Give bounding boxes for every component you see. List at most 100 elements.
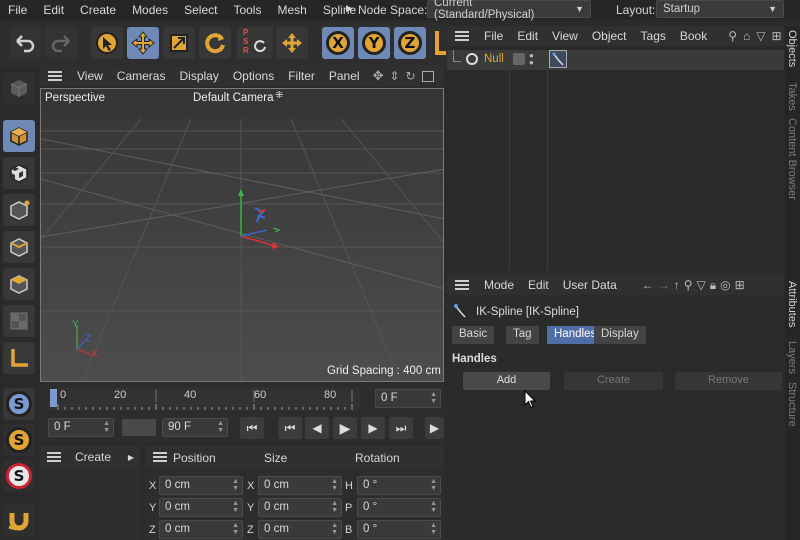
coordinate-system-button[interactable] <box>430 27 447 59</box>
uv-mode-button[interactable] <box>3 305 35 337</box>
menu-spline[interactable]: Spline <box>315 3 364 17</box>
home-icon[interactable]: ⌂ <box>743 29 750 43</box>
hamburger-menu-icon[interactable] <box>47 452 61 462</box>
stepper-arrows-icon[interactable]: ▲ ▼ <box>232 522 239 536</box>
attributes-menu-edit[interactable]: Edit <box>521 278 556 292</box>
magnet-button[interactable] <box>3 504 35 536</box>
hamburger-menu-icon[interactable] <box>48 71 62 81</box>
model-mode-button[interactable] <box>3 120 35 152</box>
current-frame-field[interactable]: 0 F ▲ ▼ <box>375 389 441 408</box>
filter-icon[interactable]: ▽ <box>697 278 706 292</box>
hamburger-menu-icon[interactable] <box>455 280 469 290</box>
stepper-arrows-icon[interactable]: ▲ ▼ <box>430 500 437 514</box>
position-y-field[interactable]: 0 cm ▲ ▼ <box>159 498 243 517</box>
rotation-h-field[interactable]: 0 ° ▲ ▼ <box>357 476 441 495</box>
size-z-field[interactable]: 0 cm ▲ ▼ <box>258 520 342 539</box>
undo-button[interactable] <box>9 27 41 59</box>
stepper-arrows-icon[interactable]: ▲ ▼ <box>232 500 239 514</box>
menu-create[interactable]: Create <box>72 3 124 17</box>
position-x-field[interactable]: 0 cm ▲ ▼ <box>159 476 243 495</box>
rotation-b-field[interactable]: 0 ° ▲ ▼ <box>357 520 441 539</box>
layer-toggle-icon[interactable] <box>513 53 525 65</box>
viewport-menu-display[interactable]: Display <box>172 69 225 83</box>
next-key-button[interactable]: ⏭ <box>389 417 413 439</box>
play-button[interactable]: ▶ <box>333 417 357 439</box>
dolly-view-icon[interactable]: ⇕ <box>389 69 399 83</box>
scale-tool-button[interactable] <box>163 27 195 59</box>
object-row-null[interactable]: Null ● ● <box>447 50 784 70</box>
position-z-field[interactable]: 0 cm ▲ ▼ <box>159 520 243 539</box>
tab-display[interactable]: Display <box>594 326 646 344</box>
side-tab-structure[interactable]: Structure <box>786 382 798 427</box>
menu-file[interactable]: File <box>0 3 35 17</box>
viewport-menu-panel[interactable]: Panel <box>322 69 367 83</box>
hamburger-menu-icon[interactable] <box>455 31 469 41</box>
stepper-arrows-icon[interactable]: ▲ ▼ <box>331 500 338 514</box>
camera-icon[interactable]: ⁜ <box>275 90 283 101</box>
live-selection-button[interactable] <box>91 27 123 59</box>
menu-mesh[interactable]: Mesh <box>269 3 314 17</box>
maximize-view-icon[interactable] <box>421 70 434 82</box>
previous-frame-button[interactable]: ◀ <box>305 417 329 439</box>
go-to-end-button[interactable]: ▶ <box>425 417 444 439</box>
z-axis-button[interactable]: Z <box>394 27 426 59</box>
target-icon[interactable]: ◎ <box>720 278 730 292</box>
pan-view-icon[interactable]: ✥ <box>373 68 384 84</box>
psr-button[interactable]: P S R <box>237 27 273 59</box>
stepper-arrows-icon[interactable]: ▲ ▼ <box>232 478 239 492</box>
polygon-mode-button[interactable] <box>3 268 35 300</box>
menu-tools[interactable]: Tools <box>225 3 269 17</box>
node-space-dropdown[interactable]: Current (Standard/Physical) ▼ <box>427 0 591 21</box>
create-menu[interactable]: Create <box>75 450 111 464</box>
new-panel-icon[interactable]: ⊞ <box>735 278 745 292</box>
search-icon[interactable]: ⚲ <box>684 278 693 292</box>
menu-modes[interactable]: Modes <box>124 3 176 17</box>
end-frame-field[interactable]: 90 F ▲ ▼ <box>162 418 228 437</box>
next-frame-button[interactable]: ▶ <box>361 417 385 439</box>
go-to-start-button[interactable]: ⏮ <box>240 417 264 439</box>
attributes-menu-mode[interactable]: Mode <box>477 278 521 292</box>
size-x-field[interactable]: 0 cm ▲ ▼ <box>258 476 342 495</box>
start-frame-field[interactable]: 0 F ▲ ▼ <box>48 418 114 437</box>
stepper-arrows-icon[interactable]: ▲ ▼ <box>331 478 338 492</box>
visibility-dots-icon[interactable]: ● ● <box>529 52 534 67</box>
stepper-arrows-icon[interactable]: ▲ ▼ <box>430 478 437 492</box>
point-mode-button[interactable] <box>3 194 35 226</box>
snap-button[interactable]: S <box>3 388 35 420</box>
viewport-menu-filter[interactable]: Filter <box>281 69 322 83</box>
side-tab-layers[interactable]: Layers <box>786 341 798 374</box>
viewport-menu-options[interactable]: Options <box>226 69 281 83</box>
object-name-null[interactable]: Null <box>484 53 504 65</box>
tab-basic[interactable]: Basic <box>452 326 495 344</box>
side-tab-attributes[interactable]: Attributes <box>786 281 798 327</box>
frame-range-slider[interactable] <box>122 419 156 436</box>
remove-button[interactable]: Remove <box>675 372 782 390</box>
lock-icon[interactable]: 🔒︎ <box>710 278 716 293</box>
up-arrow-icon[interactable]: ↑ <box>674 278 680 292</box>
menu-select[interactable]: Select <box>176 3 225 17</box>
objects-menu-edit[interactable]: Edit <box>510 29 545 43</box>
menu-overflow-arrow-icon[interactable]: ▶ <box>346 3 353 14</box>
objects-menu-tags[interactable]: Tags <box>634 29 673 43</box>
stepper-arrows-icon[interactable]: ▲ ▼ <box>430 391 437 405</box>
x-axis-button[interactable]: X <box>322 27 354 59</box>
rotate-tool-button[interactable] <box>199 27 231 59</box>
attributes-menu-user-data[interactable]: User Data <box>556 278 624 292</box>
previous-key-button[interactable]: ⏮ <box>278 417 302 439</box>
create-button[interactable]: Create <box>564 372 663 390</box>
rotation-p-field[interactable]: 0 ° ▲ ▼ <box>357 498 441 517</box>
timeline-ruler[interactable]: 0 20 40 60 80 0 F ▲ ▼ <box>40 384 444 412</box>
objects-menu-view[interactable]: View <box>545 29 585 43</box>
stepper-arrows-icon[interactable]: ▲ ▼ <box>217 420 224 434</box>
size-y-field[interactable]: 0 cm ▲ ▼ <box>258 498 342 517</box>
forward-arrow-icon[interactable]: → <box>658 278 670 292</box>
layout-dropdown[interactable]: Startup ▼ <box>656 0 784 18</box>
objects-menu-file[interactable]: File <box>477 29 510 43</box>
workplane-snap-button[interactable]: S <box>3 424 35 456</box>
edge-mode-button[interactable] <box>3 231 35 263</box>
snap-move-button[interactable] <box>276 27 308 59</box>
new-view-icon[interactable]: ⊞ <box>772 29 782 43</box>
3d-viewport[interactable]: Perspective Default Camera ⁜ Y Z X Grid … <box>40 88 444 382</box>
hamburger-menu-icon[interactable] <box>153 452 167 462</box>
redo-button[interactable] <box>45 27 77 59</box>
